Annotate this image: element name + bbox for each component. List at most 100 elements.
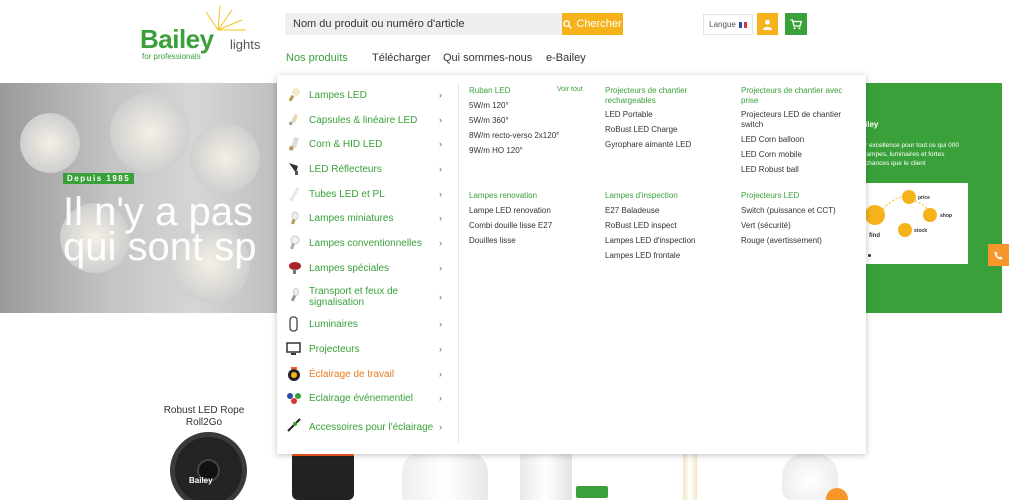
menu-item-conventional[interactable]: Lampes conventionnelles › — [277, 232, 458, 254]
capsule-lamp-icon — [288, 114, 298, 126]
corn-lamp-product-image[interactable] — [402, 452, 488, 500]
search-input[interactable]: Nom du produit ou numéro d'article — [285, 13, 563, 35]
nav-ebailey[interactable]: e-Bailey — [546, 52, 586, 64]
link-headlamp[interactable]: Lampes LED frontale — [605, 251, 680, 261]
hero-side-text: r excellence pour tout ce qui 000 lampes… — [865, 142, 959, 167]
work-light-product-image[interactable] — [292, 450, 354, 500]
menu-item-led-lamps[interactable]: Lampes LED › — [277, 84, 458, 106]
corn-lamp-icon — [288, 137, 299, 151]
special-lamp-icon — [289, 262, 301, 274]
menu-item-accessories[interactable]: Accessoires pour l'éclairage › — [277, 414, 458, 440]
menu-item-miniature[interactable]: Lampes miniatures › — [277, 207, 458, 229]
conventional-lamp-icon — [290, 235, 300, 250]
chevron-right-icon: › — [439, 319, 442, 329]
menu-item-work-lighting[interactable]: Éclairage de travail › — [277, 363, 458, 385]
col-title-led-floodlights[interactable]: Projecteurs LED — [741, 191, 799, 201]
link-red-warning[interactable]: Rouge (avertissement) — [741, 236, 822, 246]
link-5w-360[interactable]: 5W/m 360° — [469, 116, 509, 126]
chevron-right-icon: › — [439, 164, 442, 174]
link-8w-double[interactable]: 8W/m recto-verso 2x120° — [469, 131, 559, 141]
french-flag-icon — [738, 21, 747, 28]
transport-lamp-icon — [290, 288, 299, 302]
col-title-rechargeable-work-lights[interactable]: Projecteurs de chantier rechargeables — [605, 86, 725, 106]
menu-item-capsules[interactable]: Capsules & linéaire LED › — [277, 109, 458, 131]
link-magnetic-beacon[interactable]: Gyrophare aimanté LED — [605, 140, 691, 150]
search-button[interactable]: Chercher — [562, 13, 623, 35]
phone-icon — [994, 250, 1003, 260]
link-robust-ball[interactable]: LED Robust ball — [741, 165, 799, 175]
infographic: find price shop stock — [865, 183, 968, 264]
products-dropdown-menu: Lampes LED › Capsules & linéaire LED › Cor… — [277, 75, 866, 454]
account-button[interactable] — [757, 13, 778, 35]
link-robust-inspect[interactable]: RoBust LED inspect — [605, 221, 677, 231]
menu-item-corn-hid[interactable]: Corn & HID LED › — [277, 133, 458, 155]
menu-item-event-lighting[interactable]: Eclairage événementiel › — [277, 387, 458, 409]
language-label: Langue — [709, 20, 736, 29]
work-light-icon — [288, 367, 300, 381]
carousel-dot[interactable] — [868, 254, 871, 257]
link-plain-sockets[interactable]: Douilles lisse — [469, 236, 516, 246]
chevron-right-icon: › — [439, 213, 442, 223]
chevron-right-icon: › — [439, 189, 442, 199]
product-badge — [826, 488, 848, 500]
link-green-safety[interactable]: Vert (sécurité) — [741, 221, 791, 231]
col-title-renovation[interactable]: Lampes renovation — [469, 191, 537, 201]
chevron-right-icon: › — [439, 344, 442, 354]
link-led-portable[interactable]: LED Portable — [605, 110, 653, 120]
link-5w-120[interactable]: 5W/m 120° — [469, 101, 509, 111]
hero-bulb-image — [20, 113, 80, 173]
cart-button[interactable] — [785, 13, 807, 35]
col-title-plug-work-lights[interactable]: Projecteurs de chantier avec prise — [741, 86, 851, 106]
chevron-right-icon: › — [439, 369, 442, 379]
see-all-link[interactable]: Voir tout — [557, 86, 583, 93]
user-icon — [762, 19, 773, 30]
phone-contact-button[interactable] — [988, 244, 1009, 266]
infographic-find: find — [869, 233, 880, 239]
menu-item-floodlights[interactable]: Projecteurs › — [277, 338, 458, 360]
logo-brand: Bailey — [140, 24, 214, 54]
bailey-logo[interactable]: Bailey lights for professionals — [140, 6, 270, 61]
link-switch-power-cct[interactable]: Switch (puissance et CCT) — [741, 206, 836, 216]
link-corn-balloon[interactable]: LED Corn balloon — [741, 135, 804, 145]
nav-products[interactable]: Nos produits — [286, 52, 348, 64]
link-corn-mobile[interactable]: LED Corn mobile — [741, 150, 802, 160]
logo-sub: lights — [230, 37, 261, 52]
nav-download[interactable]: Télécharger — [372, 52, 431, 64]
chevron-right-icon: › — [439, 90, 442, 100]
infographic-graphic — [865, 190, 937, 237]
reflector-lamp-icon — [289, 163, 298, 175]
link-renovation-lamp[interactable]: Lampe LED renovation — [469, 206, 551, 216]
infographic-price: price — [918, 195, 930, 201]
search-icon — [563, 19, 573, 29]
link-combi-socket[interactable]: Combi douille lisse E27 — [469, 221, 552, 231]
luminaire-icon — [289, 316, 298, 332]
menu-item-led-tubes[interactable]: Tubes LED et PL › — [277, 183, 458, 205]
language-selector[interactable]: Langue — [703, 14, 753, 35]
menu-item-luminaires[interactable]: Luminaires › — [277, 313, 458, 335]
nav-about[interactable]: Qui sommes-nous — [443, 52, 532, 64]
capsule-product-image[interactable] — [520, 452, 572, 500]
infographic-stock: stock — [914, 228, 928, 234]
col-title-led-strip[interactable]: Ruban LED — [469, 86, 510, 96]
link-e27-baladeuse[interactable]: E27 Baladeuse — [605, 206, 659, 216]
link-led-switch[interactable]: Projecteurs LED de chantier switch — [741, 110, 851, 130]
rope-reel-image[interactable]: Bailey — [170, 432, 247, 500]
floodlight-icon — [286, 342, 301, 355]
menu-item-special[interactable]: Lampes spéciales › — [277, 257, 458, 279]
link-9w-ho[interactable]: 9W/m HO 120° — [469, 146, 523, 156]
search-button-label: Chercher — [576, 18, 622, 30]
hero-bulb-image — [110, 93, 190, 173]
col-title-inspection[interactable]: Lampes d'inspection — [605, 191, 678, 201]
featured-product-title[interactable]: Robust LED Rope Roll2Go — [150, 405, 258, 429]
reel-logo: Bailey — [189, 476, 213, 485]
led-bulb-icon — [288, 88, 300, 102]
filament-tube-product-image[interactable] — [683, 452, 697, 500]
menu-item-transport[interactable]: Transport et feux de signalisation › — [277, 284, 458, 310]
menu-divider — [458, 83, 459, 443]
menu-item-reflectors[interactable]: LED Réflecteurs › — [277, 158, 458, 180]
link-inspection-led[interactable]: Lampes LED d'inspection — [605, 236, 695, 246]
chevron-right-icon: › — [439, 139, 442, 149]
hero-bulb-image — [190, 123, 260, 193]
chevron-right-icon: › — [439, 115, 442, 125]
link-robust-led-charge[interactable]: RoBust LED Charge — [605, 125, 677, 135]
